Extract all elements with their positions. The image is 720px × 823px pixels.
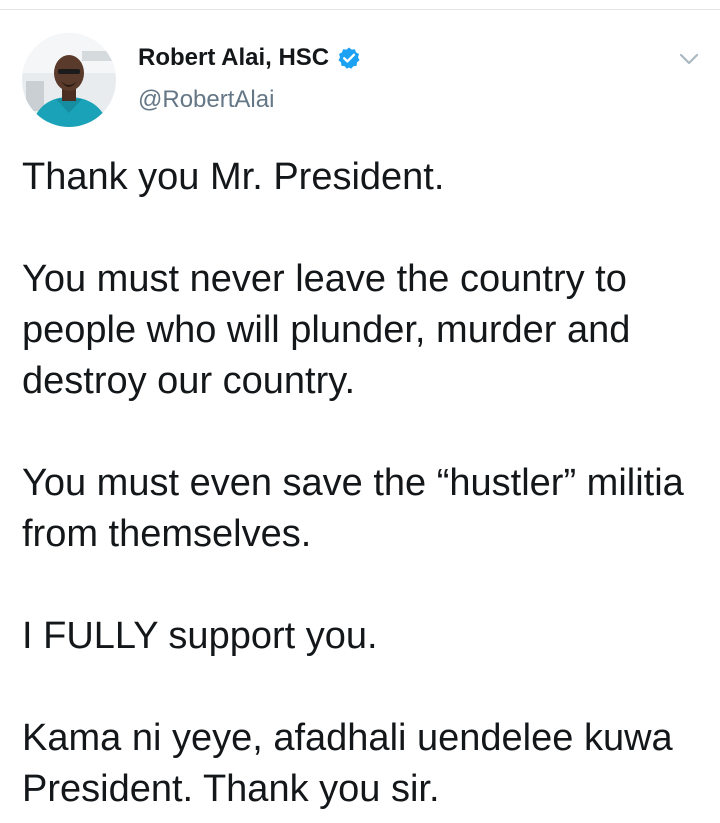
avatar[interactable]: [22, 33, 116, 127]
tweet-paragraph: Thank you Mr. President.: [22, 156, 445, 198]
author-handle[interactable]: @RobertAlai: [138, 86, 274, 114]
chevron-down-icon[interactable]: [676, 48, 702, 70]
author-display-name[interactable]: Robert Alai, HSC: [138, 44, 329, 72]
tweet-paragraph: Kama ni yeye, afadhali uendelee kuwa Pre…: [22, 717, 673, 810]
tweet-paragraph: You must never leave the country to peop…: [22, 258, 631, 402]
tweet-paragraph: I FULLY support you.: [22, 615, 378, 657]
top-divider: [0, 0, 720, 10]
verified-badge-icon: [337, 46, 361, 70]
tweet-paragraph: You must even save the “hustler” militia…: [22, 462, 684, 555]
author-name-row[interactable]: Robert Alai, HSC: [138, 44, 361, 72]
tweet-text: Thank you Mr. President. You must never …: [22, 152, 698, 815]
